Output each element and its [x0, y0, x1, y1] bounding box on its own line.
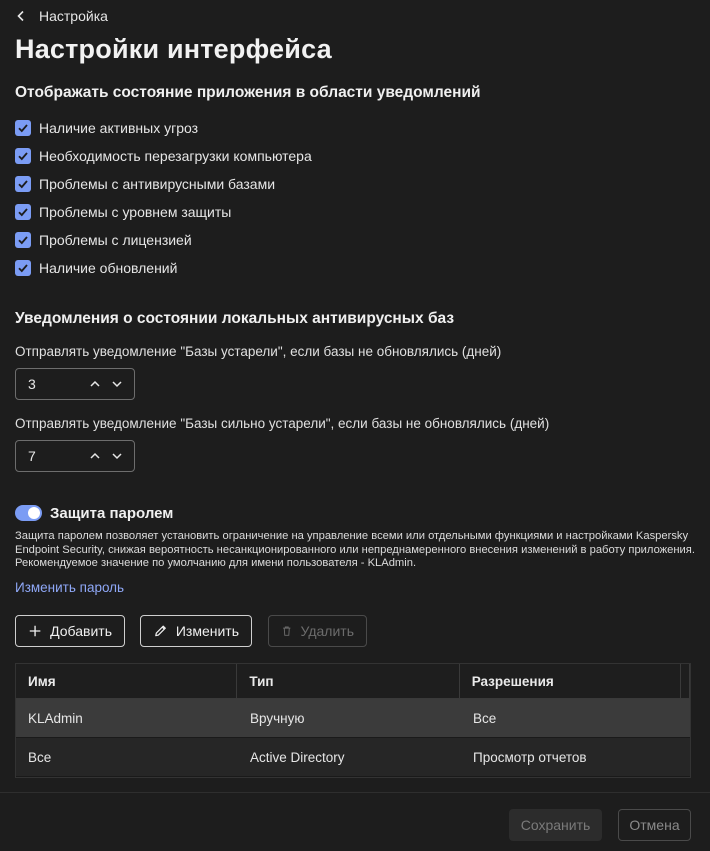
tray-section-title: Отображать состояние приложения в област…: [15, 84, 481, 101]
checkmark-icon: [18, 180, 28, 189]
checkbox[interactable]: [15, 260, 31, 276]
decrement-button[interactable]: [106, 373, 128, 395]
checkbox[interactable]: [15, 148, 31, 164]
checkbox[interactable]: [15, 176, 31, 192]
cell-name: Все: [28, 749, 52, 765]
table-header: Имя Тип Разрешения: [16, 664, 690, 699]
very-outdated-days-stepper[interactable]: 7: [15, 440, 135, 472]
checkmark-icon: [18, 152, 28, 161]
add-button[interactable]: Добавить: [15, 615, 125, 647]
toggle-knob: [28, 507, 40, 519]
checkbox[interactable]: [15, 204, 31, 220]
chevron-down-icon: [112, 453, 122, 460]
checkbox-protection-level[interactable]: Проблемы с уровнем защиты: [15, 203, 231, 221]
edit-button[interactable]: Изменить: [140, 615, 252, 647]
cancel-button[interactable]: Отмена: [618, 809, 691, 841]
column-header-type[interactable]: Тип: [237, 664, 460, 698]
chevron-up-icon: [90, 452, 100, 459]
checkbox[interactable]: [15, 120, 31, 136]
back-link[interactable]: Настройка: [15, 6, 108, 26]
checkbox[interactable]: [15, 232, 31, 248]
chevron-up-icon: [90, 380, 100, 387]
column-header-name[interactable]: Имя: [16, 664, 238, 698]
edit-button-label: Изменить: [175, 623, 239, 639]
outdated-label: Отправлять уведомление "Базы устарели", …: [15, 344, 502, 359]
change-password-link[interactable]: Изменить пароль: [15, 580, 124, 595]
delete-button-label: Удалить: [300, 623, 354, 639]
checkbox-label: Проблемы с антивирусными базами: [39, 176, 276, 192]
checkbox-active-threats[interactable]: Наличие активных угроз: [15, 119, 198, 137]
increment-button[interactable]: [84, 445, 106, 467]
back-label: Настройка: [39, 8, 108, 24]
table-row[interactable]: Все Active Directory Просмотр отчетов: [16, 738, 690, 777]
checkbox-license-problems[interactable]: Проблемы с лицензией: [15, 231, 192, 249]
column-header-spacer: [681, 664, 690, 698]
page-title: Настройки интерфейса: [15, 34, 332, 64]
checkbox-label: Наличие обновлений: [39, 260, 178, 276]
checkbox-label: Проблемы с уровнем защиты: [39, 204, 232, 220]
checkbox-label: Наличие активных угроз: [39, 120, 199, 136]
chevron-left-icon: [17, 10, 24, 22]
delete-button[interactable]: Удалить: [268, 615, 367, 647]
password-protection-row: Защита паролем: [15, 503, 173, 523]
checkmark-icon: [18, 124, 28, 133]
save-button[interactable]: Сохранить: [509, 809, 602, 841]
password-protection-description: Защита паролем позволяет установить огра…: [15, 530, 695, 569]
checkmark-icon: [18, 236, 28, 245]
footer-divider: [0, 792, 710, 793]
cell-type: Вручную: [250, 710, 305, 726]
cell-name: KLAdmin: [28, 710, 83, 726]
stepper-value[interactable]: 7: [28, 448, 84, 464]
checkbox-label: Необходимость перезагрузки компьютера: [39, 148, 312, 164]
checkmark-icon: [18, 264, 28, 273]
checkbox-restart-required[interactable]: Необходимость перезагрузки компьютера: [15, 147, 312, 165]
pencil-icon: [155, 625, 166, 637]
password-protection-label: Защита паролем: [50, 504, 174, 522]
table-row[interactable]: KLAdmin Вручную Все: [16, 699, 690, 738]
password-protection-toggle[interactable]: [15, 505, 42, 521]
checkbox-db-problems[interactable]: Проблемы с антивирусными базами: [15, 175, 275, 193]
checkmark-icon: [18, 208, 28, 217]
trash-icon: [283, 626, 291, 636]
outdated-days-stepper[interactable]: 3: [15, 368, 135, 400]
plus-icon: [29, 625, 41, 637]
cell-type: Active Directory: [250, 749, 345, 765]
checkbox-updates-available[interactable]: Наличие обновлений: [15, 259, 177, 277]
decrement-button[interactable]: [106, 445, 128, 467]
add-button-label: Добавить: [50, 623, 112, 639]
cell-permissions: Все: [473, 710, 497, 726]
column-header-permissions[interactable]: Разрешения: [460, 664, 682, 698]
stepper-value[interactable]: 3: [28, 376, 84, 392]
checkbox-label: Проблемы с лицензией: [39, 232, 192, 248]
db-section-title: Уведомления о состоянии локальных антиви…: [15, 310, 455, 327]
cell-permissions: Просмотр отчетов: [473, 749, 587, 765]
users-table: Имя Тип Разрешения KLAdmin Вручную Все В…: [15, 663, 691, 778]
very-outdated-label: Отправлять уведомление "Базы сильно уста…: [15, 416, 550, 431]
chevron-down-icon: [112, 381, 122, 388]
increment-button[interactable]: [84, 373, 106, 395]
